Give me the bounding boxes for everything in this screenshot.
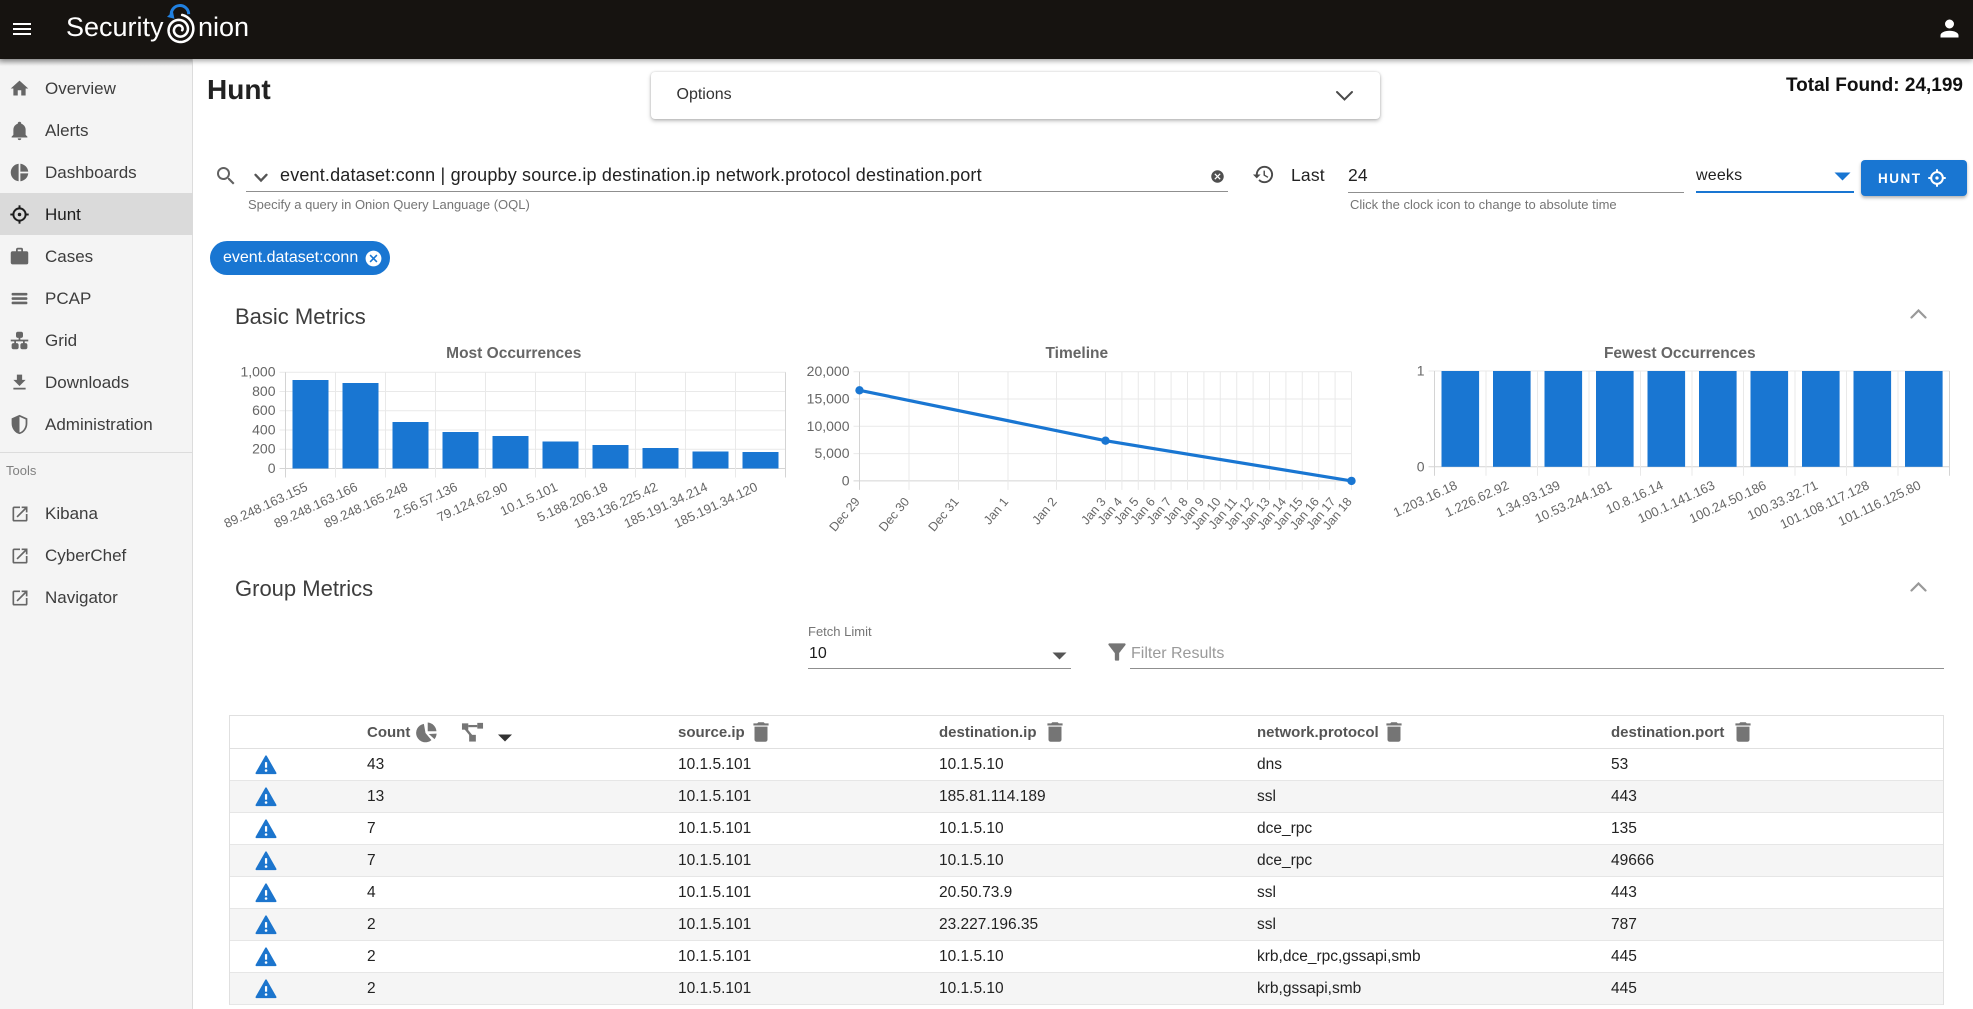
svg-text:0: 0: [268, 460, 276, 476]
svg-text:200: 200: [252, 441, 276, 457]
svg-text:800: 800: [252, 383, 276, 399]
svg-text:Most Occurrences: Most Occurrences: [446, 345, 581, 362]
svg-text:600: 600: [252, 402, 276, 418]
svg-text:400: 400: [252, 422, 276, 438]
svg-text:1,000: 1,000: [240, 364, 275, 380]
